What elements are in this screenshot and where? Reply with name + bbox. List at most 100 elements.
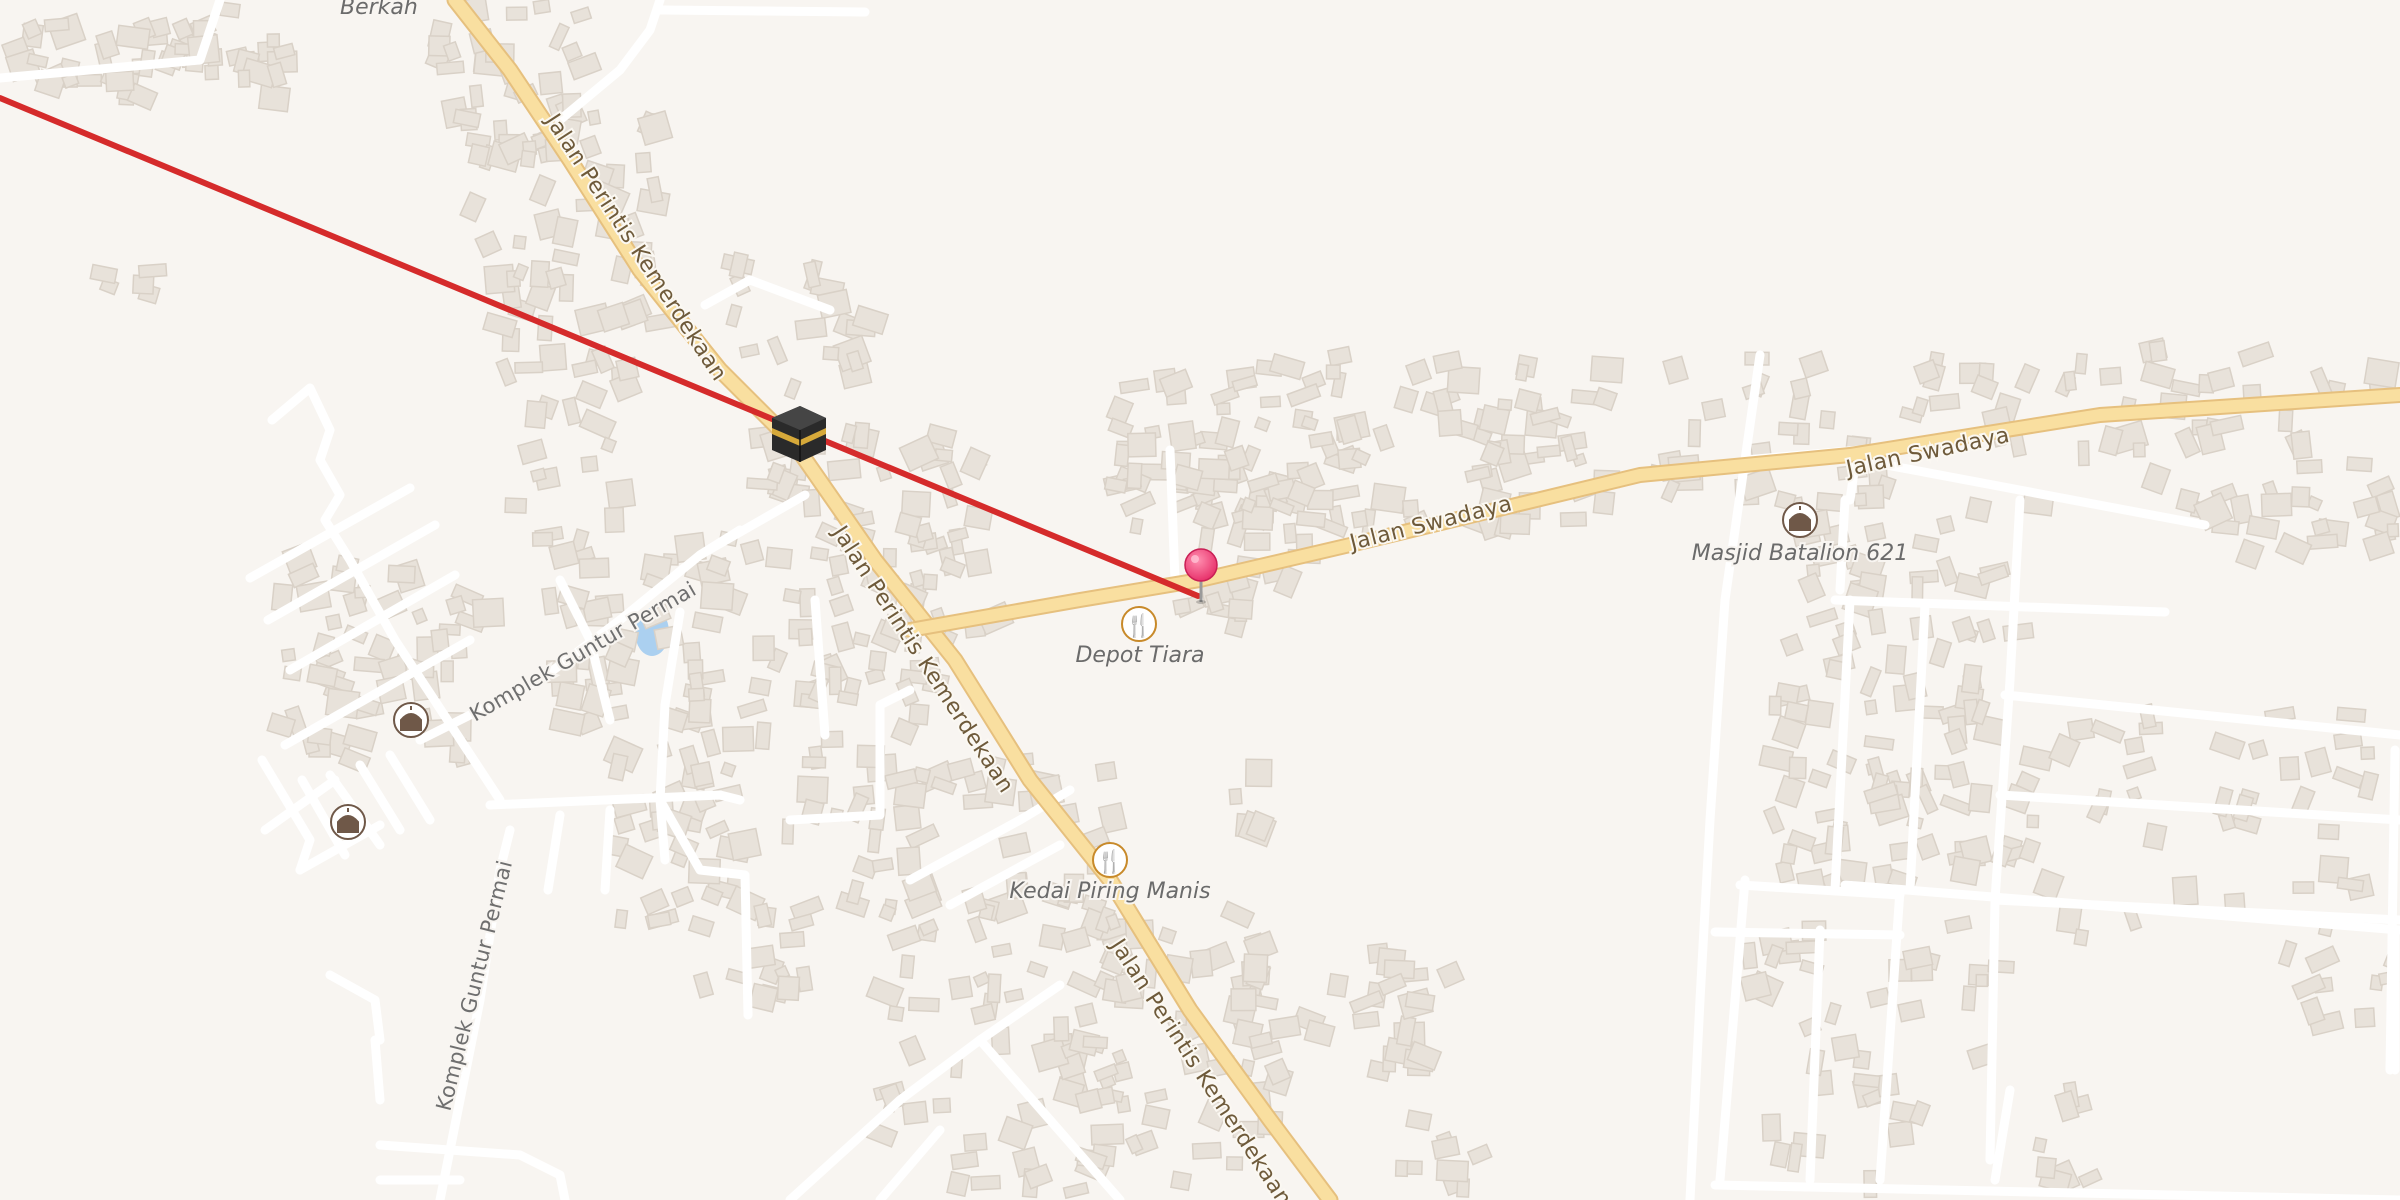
building — [752, 635, 775, 662]
building — [2066, 717, 2096, 742]
building — [1780, 843, 1798, 866]
building — [1242, 953, 1269, 984]
building — [603, 506, 625, 534]
building — [1404, 990, 1436, 1012]
building — [782, 587, 802, 605]
building — [1090, 1123, 1125, 1146]
building — [325, 613, 343, 631]
building — [1701, 397, 1727, 422]
building — [1113, 443, 1131, 468]
building — [1935, 514, 1956, 535]
building — [1435, 1159, 1470, 1183]
building — [237, 69, 251, 88]
building — [387, 564, 416, 584]
building — [986, 973, 1002, 1004]
poi-mosque-unlabeled-2[interactable] — [330, 804, 366, 840]
building — [963, 548, 993, 578]
building — [1129, 517, 1144, 536]
building — [555, 680, 586, 711]
building — [1949, 855, 1982, 887]
building — [1227, 598, 1254, 620]
building — [2353, 1007, 2376, 1029]
building — [887, 1004, 905, 1022]
building — [2277, 409, 2294, 433]
building — [932, 1097, 952, 1114]
building — [1783, 700, 1810, 724]
building — [836, 690, 860, 707]
building — [962, 1132, 988, 1153]
building — [104, 70, 135, 93]
place-label-berkah: Berkah — [340, 0, 418, 20]
building — [1884, 644, 1907, 676]
building — [280, 647, 297, 663]
building — [634, 151, 653, 174]
building — [1082, 1035, 1109, 1050]
building — [578, 557, 610, 579]
building — [778, 930, 806, 949]
building — [1172, 597, 1192, 616]
building — [1230, 988, 1257, 1012]
building — [2360, 746, 2376, 761]
building — [801, 756, 827, 769]
building — [2290, 486, 2311, 508]
building — [794, 316, 828, 341]
building — [1094, 761, 1118, 782]
building — [2386, 523, 2400, 538]
poi-label-depot-tiara: Depot Tiara — [1075, 643, 1204, 668]
building — [1965, 496, 1993, 524]
building — [747, 944, 777, 969]
building — [1789, 377, 1812, 401]
building — [1370, 482, 1407, 515]
building — [2123, 736, 2145, 756]
poi-mosque-unlabeled-1[interactable] — [393, 702, 429, 738]
building — [1325, 364, 1341, 380]
building — [1739, 970, 1773, 1002]
building — [1394, 1159, 1409, 1178]
building — [2074, 352, 2088, 375]
building — [1928, 392, 1961, 412]
building — [1437, 408, 1463, 437]
building — [687, 687, 706, 702]
building — [504, 497, 528, 514]
building — [1282, 522, 1298, 545]
building — [471, 597, 506, 629]
building — [1189, 948, 1214, 979]
building — [990, 942, 1013, 958]
restaurant-icon-glyph: 🍴 — [1096, 849, 1123, 875]
building — [908, 702, 930, 726]
building — [899, 954, 916, 979]
building — [2132, 442, 2146, 458]
building — [2002, 622, 2035, 642]
building — [764, 546, 793, 570]
building — [2292, 881, 2315, 895]
building — [2310, 517, 2331, 537]
poi-label-kedai-piring-manis: Kedai Piring Manis — [1009, 879, 1210, 904]
building — [2032, 1136, 2048, 1154]
map-canvas[interactable]: Jalan Perintis Kemerdekaan Jalan Perinti… — [0, 0, 2400, 1200]
building — [1853, 492, 1868, 507]
building — [727, 827, 762, 862]
building — [852, 631, 871, 648]
building — [586, 109, 602, 126]
building — [1497, 398, 1513, 412]
building — [1244, 758, 1273, 788]
building — [1405, 1109, 1433, 1132]
building — [1911, 576, 1924, 603]
building — [689, 760, 715, 788]
building — [519, 149, 537, 169]
building — [1785, 940, 1817, 955]
building — [1327, 345, 1353, 367]
building — [137, 263, 168, 279]
building — [2148, 339, 2168, 363]
map-svg[interactable]: Jalan Perintis Kemerdekaan Jalan Perinti… — [0, 0, 2400, 1200]
building — [1852, 1072, 1881, 1089]
building — [115, 24, 151, 51]
building — [892, 803, 922, 832]
building — [2260, 492, 2293, 518]
building — [435, 60, 465, 76]
building — [1867, 607, 1887, 636]
building — [529, 467, 548, 483]
building — [1141, 1104, 1171, 1130]
building — [43, 17, 70, 33]
building — [1536, 444, 1562, 459]
